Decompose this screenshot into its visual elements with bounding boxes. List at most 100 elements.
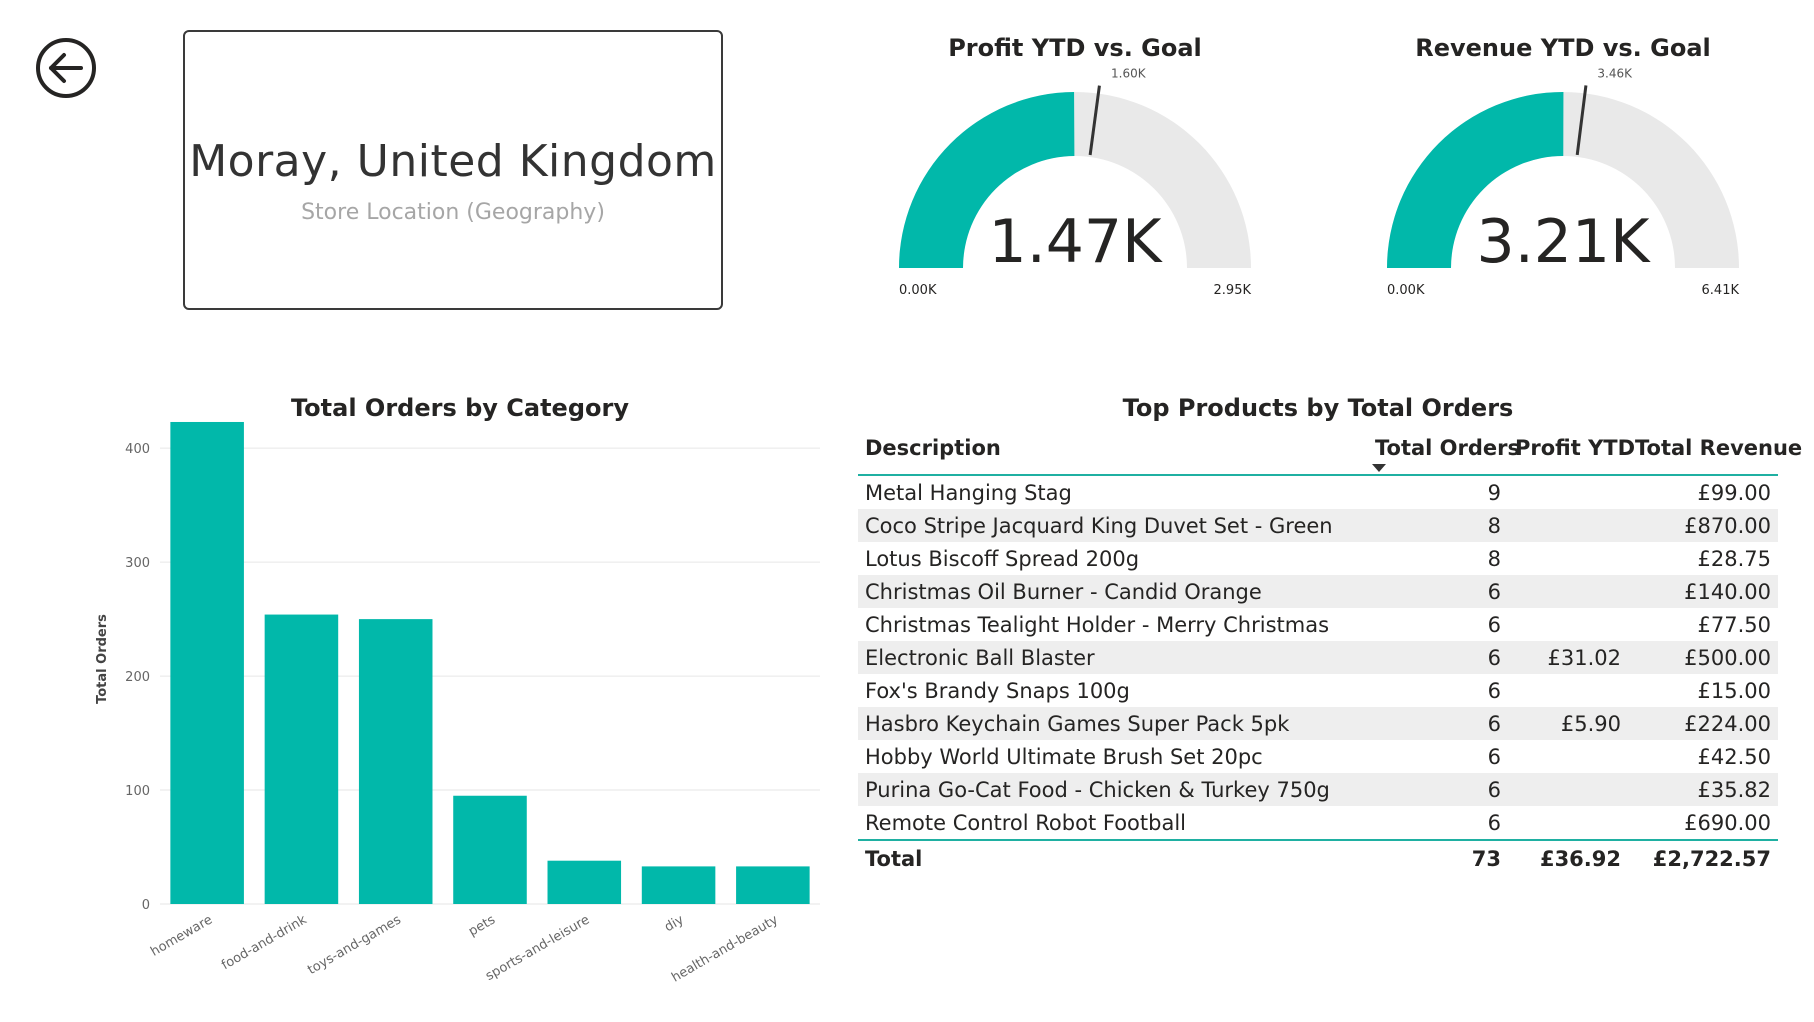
location-card: Moray, United Kingdom Store Location (Ge… [183, 30, 723, 310]
bar-homeware[interactable] [170, 421, 244, 904]
cell-total-orders: 9 [1487, 480, 1501, 505]
bar-toys-and-games[interactable] [358, 619, 433, 904]
location-title: Moray, United Kingdom [189, 136, 717, 187]
cell-description: Christmas Tealight Holder - Merry Christ… [865, 612, 1330, 637]
y-tick-label: 0 [142, 898, 150, 913]
cell-profit-ytd [1508, 740, 1628, 773]
cell-total-orders: 8 [1487, 513, 1501, 538]
table-row[interactable]: Remote Control Robot Football 6 £690.00 [858, 806, 1778, 840]
total-label: Total [865, 847, 923, 871]
column-header-label: Total Orders [1375, 436, 1521, 460]
x-tick-label: food-and-drink [219, 912, 310, 973]
profit-gauge[interactable]: Profit YTD vs. Goal 1.60K 1.47K 0.00K 2.95K [835, 30, 1315, 350]
y-tick-label: 100 [125, 784, 150, 799]
cell-description: Coco Stripe Jacquard King Duvet Set - Gr… [865, 513, 1333, 538]
back-arrow-icon [36, 38, 96, 98]
x-tick-label: homeware [148, 912, 215, 959]
table-row[interactable]: Purina Go-Cat Food - Chicken & Turkey 75… [858, 773, 1778, 806]
x-tick-label: pets [466, 912, 498, 939]
cell-total-revenue: £42.50 [1697, 744, 1771, 769]
gauge-max-label: 2.95K [1214, 283, 1252, 298]
cell-total-revenue: £224.00 [1684, 711, 1771, 736]
back-button[interactable] [34, 36, 98, 100]
table-row[interactable]: Christmas Tealight Holder - Merry Christ… [858, 608, 1778, 641]
cell-description: Lotus Biscoff Spread 200g [865, 546, 1140, 571]
cell-total-revenue: £77.50 [1697, 612, 1771, 637]
column-header-description[interactable]: Description [858, 430, 1368, 475]
total-profit: £36.92 [1539, 847, 1621, 871]
orders-by-category-chart[interactable]: Total Orders by Category 0 100 200 300 400 To… [80, 384, 840, 1004]
bar-chart-plot: 0 100 200 300 400 Total Orders homeware food-an… [95, 421, 820, 986]
cell-total-orders: 6 [1487, 777, 1501, 802]
total-revenue: £2,722.57 [1652, 847, 1771, 871]
cell-total-orders: 6 [1487, 744, 1501, 769]
cell-profit-ytd [1508, 542, 1628, 575]
bar-health-and-beauty[interactable] [736, 866, 810, 904]
cell-total-revenue: £99.00 [1697, 480, 1771, 505]
location-subtitle: Store Location (Geography) [301, 200, 605, 225]
table-row[interactable]: Coco Stripe Jacquard King Duvet Set - Gr… [858, 509, 1778, 542]
cell-profit-ytd [1508, 509, 1628, 542]
gauge-value-label: 1.47K [989, 207, 1164, 277]
cell-description: Metal Hanging Stag [865, 480, 1072, 505]
gauge-target-label: 3.46K [1597, 67, 1633, 81]
cell-profit-ytd [1508, 475, 1628, 509]
column-header-total-orders[interactable]: Total Orders [1368, 430, 1520, 475]
y-tick-label: 400 [125, 442, 150, 457]
table-row[interactable]: Fox's Brandy Snaps 100g 6 £15.00 [858, 674, 1778, 707]
total-orders: 73 [1471, 847, 1501, 871]
table-total-row: Total 73 £36.92 £2,722.57 [858, 840, 1778, 877]
cell-total-orders: 6 [1487, 678, 1501, 703]
cell-total-revenue: £870.00 [1684, 513, 1771, 538]
table-header-row: Description Total Orders Profit YTD Tota… [858, 430, 1802, 475]
gauge-value-label: 3.21K [1477, 207, 1652, 277]
cell-profit-ytd [1508, 773, 1628, 806]
table-row[interactable]: Christmas Oil Burner - Candid Orange 6 £14… [858, 575, 1778, 608]
gauge-target-label: 1.60K [1111, 67, 1147, 81]
cell-description: Hobby World Ultimate Brush Set 20pc [865, 744, 1263, 769]
top-products-table: Description Total Orders Profit YTD Tota… [858, 430, 1802, 877]
cell-total-orders: 6 [1487, 579, 1501, 604]
bar-pets[interactable] [453, 795, 527, 904]
x-tick-label: health-and-beauty [669, 912, 781, 985]
gauge-graphic: 3.46K 3.21K 0.00K 6.41K [1387, 67, 1739, 298]
cell-profit-ytd [1508, 608, 1628, 641]
table-row[interactable]: Metal Hanging Stag 9 £99.00 [858, 475, 1778, 509]
cell-profit-ytd [1508, 806, 1628, 840]
bar-food-and-drink[interactable] [264, 614, 339, 904]
cell-total-revenue: £28.75 [1697, 546, 1771, 571]
sort-descending-icon [1372, 464, 1386, 472]
gauge-graphic: 1.60K 1.47K 0.00K 2.95K [899, 67, 1252, 298]
cell-total-revenue: £500.00 [1684, 645, 1771, 670]
gauge-min-label: 0.00K [899, 283, 937, 298]
y-axis-label: Total Orders [95, 614, 110, 704]
table-row[interactable]: Hasbro Keychain Games Super Pack 5pk 6 £5.… [858, 707, 1778, 740]
cell-total-orders: 6 [1487, 711, 1501, 736]
cell-total-orders: 6 [1487, 645, 1501, 670]
x-tick-label: diy [662, 912, 687, 935]
table-title: Top Products by Total Orders [1122, 394, 1514, 422]
cell-profit-ytd [1508, 674, 1628, 707]
cell-profit-ytd: £31.02 [1547, 645, 1621, 670]
bar-sports-and-leisure[interactable] [547, 860, 622, 904]
cell-description: Purina Go-Cat Food - Chicken & Turkey 75… [865, 777, 1330, 802]
column-header-total-revenue[interactable]: Total Revenue [1628, 430, 1802, 475]
table-row[interactable]: Hobby World Ultimate Brush Set 20pc 6 £42.… [858, 740, 1778, 773]
cell-total-revenue: £690.00 [1684, 810, 1771, 835]
cell-total-revenue: £15.00 [1697, 678, 1771, 703]
cell-description: Christmas Oil Burner - Candid Orange [865, 579, 1262, 604]
cell-description: Electronic Ball Blaster [865, 645, 1095, 670]
column-header-profit-ytd[interactable]: Profit YTD [1508, 430, 1635, 475]
table-row[interactable]: Electronic Ball Blaster 6 £31.02 £500.00 [858, 641, 1778, 674]
table-row[interactable]: Lotus Biscoff Spread 200g 8 £28.75 [858, 542, 1778, 575]
x-tick-label: toys-and-games [305, 912, 404, 978]
cell-description: Remote Control Robot Football [865, 810, 1186, 835]
cell-profit-ytd [1508, 575, 1628, 608]
cell-total-revenue: £35.82 [1697, 777, 1771, 802]
bar-diy[interactable] [641, 866, 716, 904]
cell-total-orders: 6 [1487, 612, 1501, 637]
cell-profit-ytd: £5.90 [1560, 711, 1621, 736]
revenue-gauge[interactable]: Revenue YTD vs. Goal 3.46K 3.21K 0.00K 6.41… [1323, 30, 1803, 350]
cell-total-orders: 6 [1487, 810, 1501, 835]
cell-description: Fox's Brandy Snaps 100g [865, 678, 1130, 703]
